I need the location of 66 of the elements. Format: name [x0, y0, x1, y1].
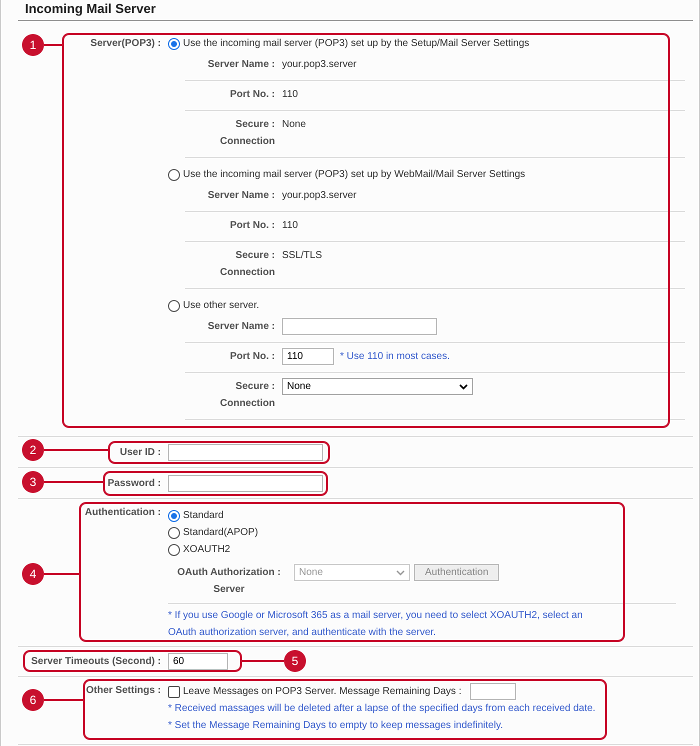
checkbox[interactable] [168, 686, 180, 698]
field-label: Secure : [236, 249, 275, 262]
field-label: Port No. : [230, 219, 275, 232]
field-value: your.pop3.server [282, 189, 356, 202]
field-value: 110 [282, 88, 298, 101]
callout-marker: 4 [22, 563, 44, 585]
radio-button[interactable] [168, 526, 180, 538]
section-title: Incoming Mail Server [18, 0, 693, 21]
input-field[interactable] [470, 683, 516, 700]
field-value: None [282, 118, 306, 131]
hint-text: * Use 110 in most cases. [340, 350, 450, 363]
radio-button[interactable] [168, 544, 180, 556]
input-field[interactable]: 110 [282, 348, 334, 365]
field-label: Port No. : [230, 88, 275, 101]
leader-line [44, 573, 79, 575]
hint-text: * Set the Message Remaining Days to empty to keep messages indefinitely. [168, 719, 504, 733]
input-field[interactable] [282, 318, 437, 335]
field-label: Authentication : [84, 507, 161, 518]
radio-button[interactable] [168, 300, 180, 312]
callout-marker: 2 [22, 439, 44, 461]
option-label: Leave Messages on POP3 Server. Message Remaining Days : [183, 686, 462, 697]
option-label: Use the incoming mail server (POP3) set up by WebMail/Mail Server Settings [183, 169, 526, 180]
field-label: Server Timeouts (Second) : [31, 656, 161, 667]
field-label: Connection [220, 397, 275, 410]
field-label: Connection [220, 135, 275, 148]
field-value: 110 [282, 219, 298, 232]
chevron-down-icon [459, 384, 468, 390]
hint-text: * If you use Google or Microsoft 365 as a mail server, you need to select XOAUTH2, select an OAuth authorization server, and authenticate with the server. [168, 609, 584, 640]
field-label: User ID : [120, 446, 161, 458]
radio-button[interactable] [168, 168, 180, 180]
field-label: Server Name : [208, 58, 275, 71]
leader-line [44, 699, 83, 701]
field-label: Secure : [236, 118, 275, 131]
field-label: OAuth Authorization : [177, 566, 281, 579]
field-label: Port No. : [230, 350, 275, 363]
dropdown[interactable]: None [282, 378, 473, 395]
password-field[interactable] [168, 474, 323, 492]
field-label: Server [213, 583, 245, 596]
option-label: Use the incoming mail server (POP3) set up by the Setup/Mail Server Settings [183, 38, 530, 49]
radio-button[interactable] [168, 510, 180, 522]
callout-marker: 3 [22, 471, 44, 493]
option-label: XOAUTH2 [183, 544, 230, 555]
field-label: Other Settings : [86, 685, 161, 696]
leader-line [44, 481, 103, 483]
callout-marker: 6 [22, 689, 44, 711]
leader-line [44, 449, 108, 451]
option-label: Standard(APOP) [183, 527, 258, 538]
callout-marker: 5 [284, 650, 306, 672]
field-label: Connection [220, 266, 275, 279]
field-label: Secure : [236, 380, 275, 393]
option-label: Standard [183, 510, 224, 521]
callout-marker: 1 [22, 34, 44, 56]
radio-button[interactable] [168, 38, 180, 50]
field-label: Server Name : [208, 320, 275, 333]
input-field[interactable] [168, 444, 323, 460]
option-label: Use other server. [183, 300, 260, 311]
input-field[interactable]: 60 [168, 653, 228, 670]
field-label: Server Name : [208, 189, 275, 202]
leader-line [242, 660, 284, 662]
field-value: your.pop3.server [282, 58, 356, 71]
chevron-down-icon [396, 570, 405, 576]
field-label: Server(POP3) : [90, 38, 161, 49]
field-value: SSL/TLS [282, 249, 322, 262]
hint-text: * Received massages will be deleted after a lapse of the specified days from each received date. [168, 702, 596, 716]
field-label: Password : [108, 478, 161, 488]
leader-line [44, 44, 62, 46]
